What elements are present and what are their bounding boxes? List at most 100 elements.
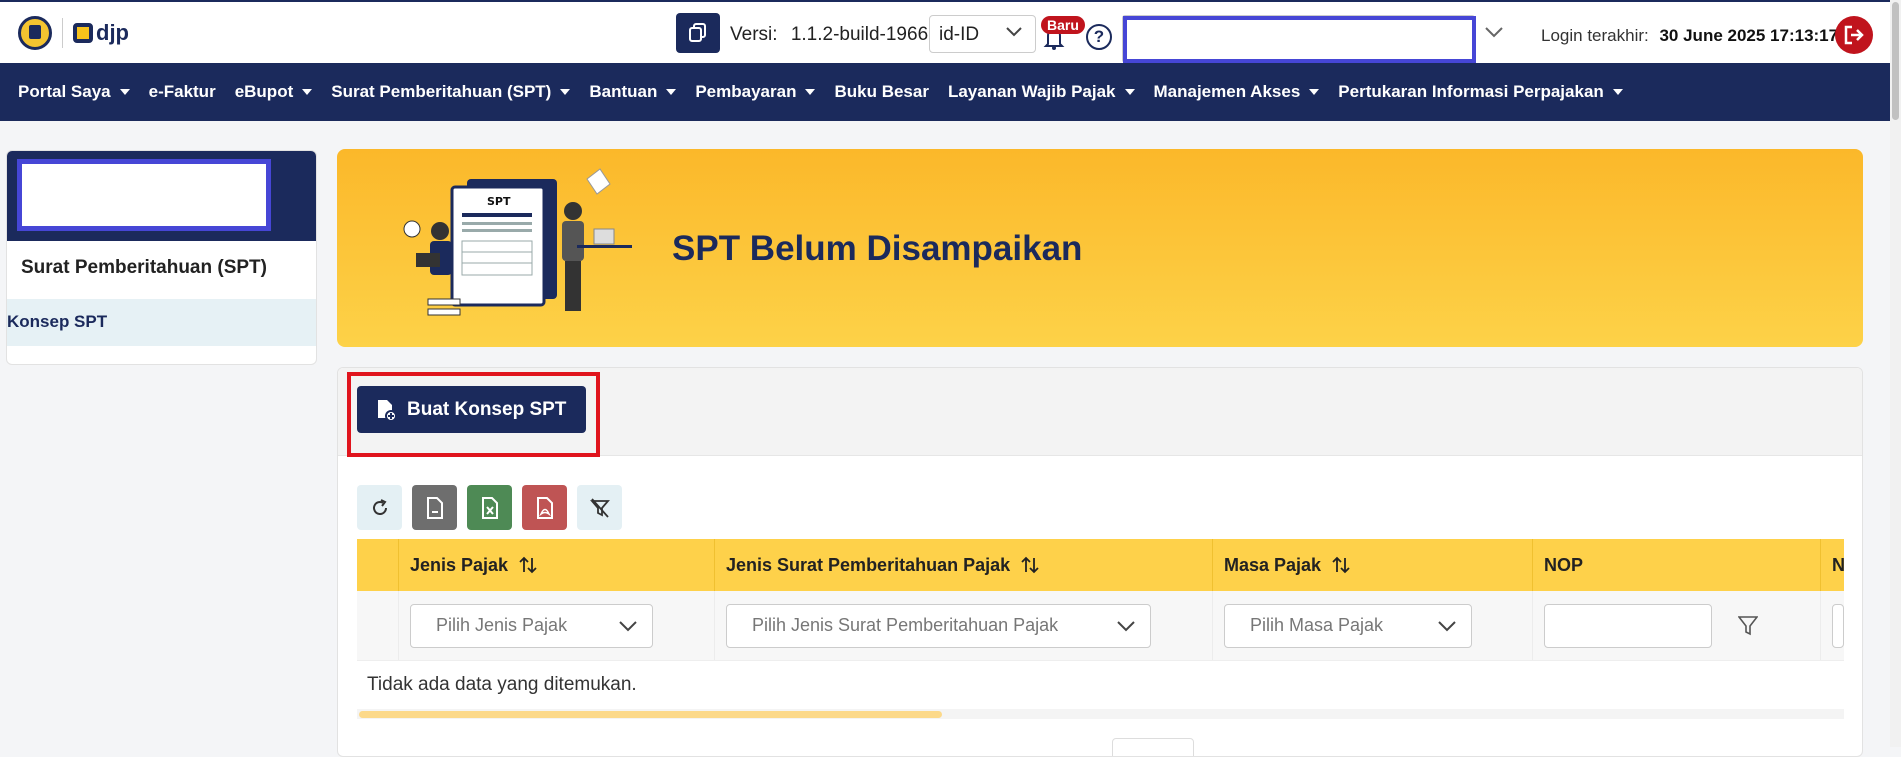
file-icon: [426, 496, 443, 519]
spt-panel: Buat Konsep SPT Jenis Pajak Jenis Surat …: [337, 367, 1863, 757]
caret-down-icon: [560, 89, 571, 95]
notification-badge: Baru: [1041, 16, 1085, 34]
export-pdf-button[interactable]: [522, 485, 567, 530]
redacted-field: [1123, 16, 1476, 63]
nav-label: Pembayaran: [695, 82, 797, 101]
logo-divider: [62, 18, 63, 48]
nav-label: e-Faktur: [148, 82, 216, 101]
sidebar-header: [7, 151, 316, 241]
nav-e-faktur[interactable]: e-Faktur: [149, 82, 216, 102]
version-value: 1.1.2-build-1966: [790, 24, 929, 45]
filter-cell: [1533, 591, 1821, 660]
filter-icon[interactable]: [1738, 615, 1758, 637]
illustration-label: SPT: [487, 195, 511, 208]
filter-cell: [357, 591, 399, 660]
vertical-scrollbar[interactable]: [1890, 0, 1901, 747]
top-header: djp Versi: 1.1.2-build-1966 id-ID Baru ?…: [0, 0, 1890, 63]
sidebar: Surat Pemberitahuan (SPT) Konsep SPT: [6, 150, 317, 365]
column-header-masa-pajak[interactable]: Masa Pajak: [1213, 539, 1533, 591]
djp-logo: djp: [73, 20, 129, 46]
nav-label: Buku Besar: [834, 82, 929, 101]
last-login-value: 30 June 2025 17:13:17: [1659, 26, 1839, 45]
chevron-down-icon: [1117, 620, 1135, 631]
file-add-icon: [378, 399, 397, 422]
caret-down-icon: [1612, 89, 1623, 95]
nav-label: eBupot: [234, 82, 294, 101]
refresh-icon: [372, 498, 387, 515]
filter-cell: Pilih Masa Pajak: [1213, 591, 1533, 660]
logout-button[interactable]: [1835, 16, 1873, 54]
empty-message: Tidak ada data yang ditemukan.: [367, 674, 637, 695]
column-label: Jenis Pajak: [410, 554, 509, 575]
sort-icon[interactable]: [518, 555, 538, 575]
table-toolbar: [357, 485, 622, 530]
horizontal-scrollbar[interactable]: [357, 709, 1844, 719]
nav-bantuan[interactable]: Bantuan: [589, 82, 677, 102]
chevron-down-icon: [619, 620, 637, 631]
nop-filter-input[interactable]: [1544, 603, 1712, 648]
copy-button[interactable]: [676, 13, 720, 53]
filter-cell: Pilih Jenis Pajak: [399, 591, 715, 660]
sort-icon[interactable]: [1331, 555, 1351, 575]
pdf-icon: [536, 496, 553, 519]
jenis-spt-select[interactable]: Pilih Jenis Surat Pemberitahuan Pajak: [726, 603, 1151, 648]
column-label: Jenis Surat Pemberitahuan Pajak: [726, 554, 1011, 575]
select-placeholder: Pilih Jenis Surat Pemberitahuan Pajak: [752, 615, 1059, 635]
export-file-button[interactable]: [412, 485, 457, 530]
column-header-jenis-pajak[interactable]: Jenis Pajak: [399, 539, 715, 591]
caret-down-icon: [1124, 89, 1135, 95]
masa-pajak-select[interactable]: Pilih Masa Pajak: [1224, 603, 1472, 648]
column-label: Masa Pajak: [1224, 554, 1322, 575]
chevron-down-icon[interactable]: [1484, 25, 1504, 39]
column-header-nop[interactable]: NOP: [1533, 539, 1821, 591]
version-info: Versi: 1.1.2-build-1966: [730, 24, 928, 46]
language-select[interactable]: id-ID: [929, 15, 1036, 53]
sidebar-item-konsep-spt[interactable]: Konsep SPT: [7, 299, 316, 346]
chevron-down-icon: [1006, 27, 1022, 37]
truncated-filter-input[interactable]: [1832, 603, 1844, 648]
nav-portal-saya[interactable]: Portal Saya: [18, 82, 130, 102]
nav-ebupot[interactable]: eBupot: [235, 82, 313, 102]
caret-down-icon: [805, 89, 816, 95]
djp-logo-text: djp: [96, 20, 129, 45]
nav-label: Pertukaran Informasi Perpajakan: [1338, 82, 1604, 101]
jenis-pajak-select[interactable]: Pilih Jenis Pajak: [410, 603, 653, 648]
logo-area[interactable]: djp: [18, 16, 129, 50]
column-header-jenis-spt[interactable]: Jenis Surat Pemberitahuan Pajak: [715, 539, 1213, 591]
logout-icon: [1844, 25, 1864, 45]
filter-cell: [1821, 591, 1844, 660]
kemenkeu-emblem-icon: [18, 16, 52, 50]
column-label: N: [1832, 554, 1844, 575]
excel-icon: [481, 496, 498, 519]
nav-manajemen-akses[interactable]: Manajemen Akses: [1154, 82, 1320, 102]
checkbox-column-header: [357, 539, 399, 591]
nav-label: Surat Pemberitahuan (SPT): [331, 82, 552, 101]
filter-clear-icon: [589, 497, 610, 518]
nav-pertukaran-informasi[interactable]: Pertukaran Informasi Perpajakan: [1338, 82, 1623, 102]
nav-label: Layanan Wajib Pajak: [947, 82, 1116, 101]
column-header-truncated[interactable]: N: [1821, 539, 1844, 591]
nav-pembayaran[interactable]: Pembayaran: [695, 82, 816, 102]
panel-header: Buat Konsep SPT: [338, 368, 1862, 457]
scrollbar-thumb[interactable]: [359, 711, 942, 718]
sort-icon[interactable]: [1020, 555, 1040, 575]
refresh-button[interactable]: [357, 485, 402, 530]
nav-layanan-wajib-pajak[interactable]: Layanan Wajib Pajak: [948, 82, 1135, 102]
copy-icon: [689, 23, 706, 42]
scrollbar-thumb[interactable]: [1892, 2, 1899, 120]
help-icon[interactable]: ?: [1086, 24, 1112, 50]
pagination-control[interactable]: [1112, 738, 1194, 756]
clear-filter-button[interactable]: [577, 485, 622, 530]
page-banner: SPT SPT Belum Disampaikan: [337, 149, 1863, 347]
last-login-label: Login terakhir:: [1541, 26, 1649, 45]
nav-buku-besar[interactable]: Buku Besar: [834, 82, 928, 102]
filter-cell: Pilih Jenis Surat Pemberitahuan Pajak: [715, 591, 1213, 660]
nav-spt[interactable]: Surat Pemberitahuan (SPT): [331, 82, 571, 102]
djp-logo-mark-icon: [73, 23, 93, 43]
create-concept-spt-button[interactable]: Buat Konsep SPT: [357, 386, 586, 433]
spt-illustration: SPT: [403, 168, 632, 316]
select-placeholder: Pilih Jenis Pajak: [436, 615, 568, 635]
nav-label: Manajemen Akses: [1153, 82, 1301, 101]
export-excel-button[interactable]: [467, 485, 512, 530]
language-value: id-ID: [939, 24, 980, 45]
